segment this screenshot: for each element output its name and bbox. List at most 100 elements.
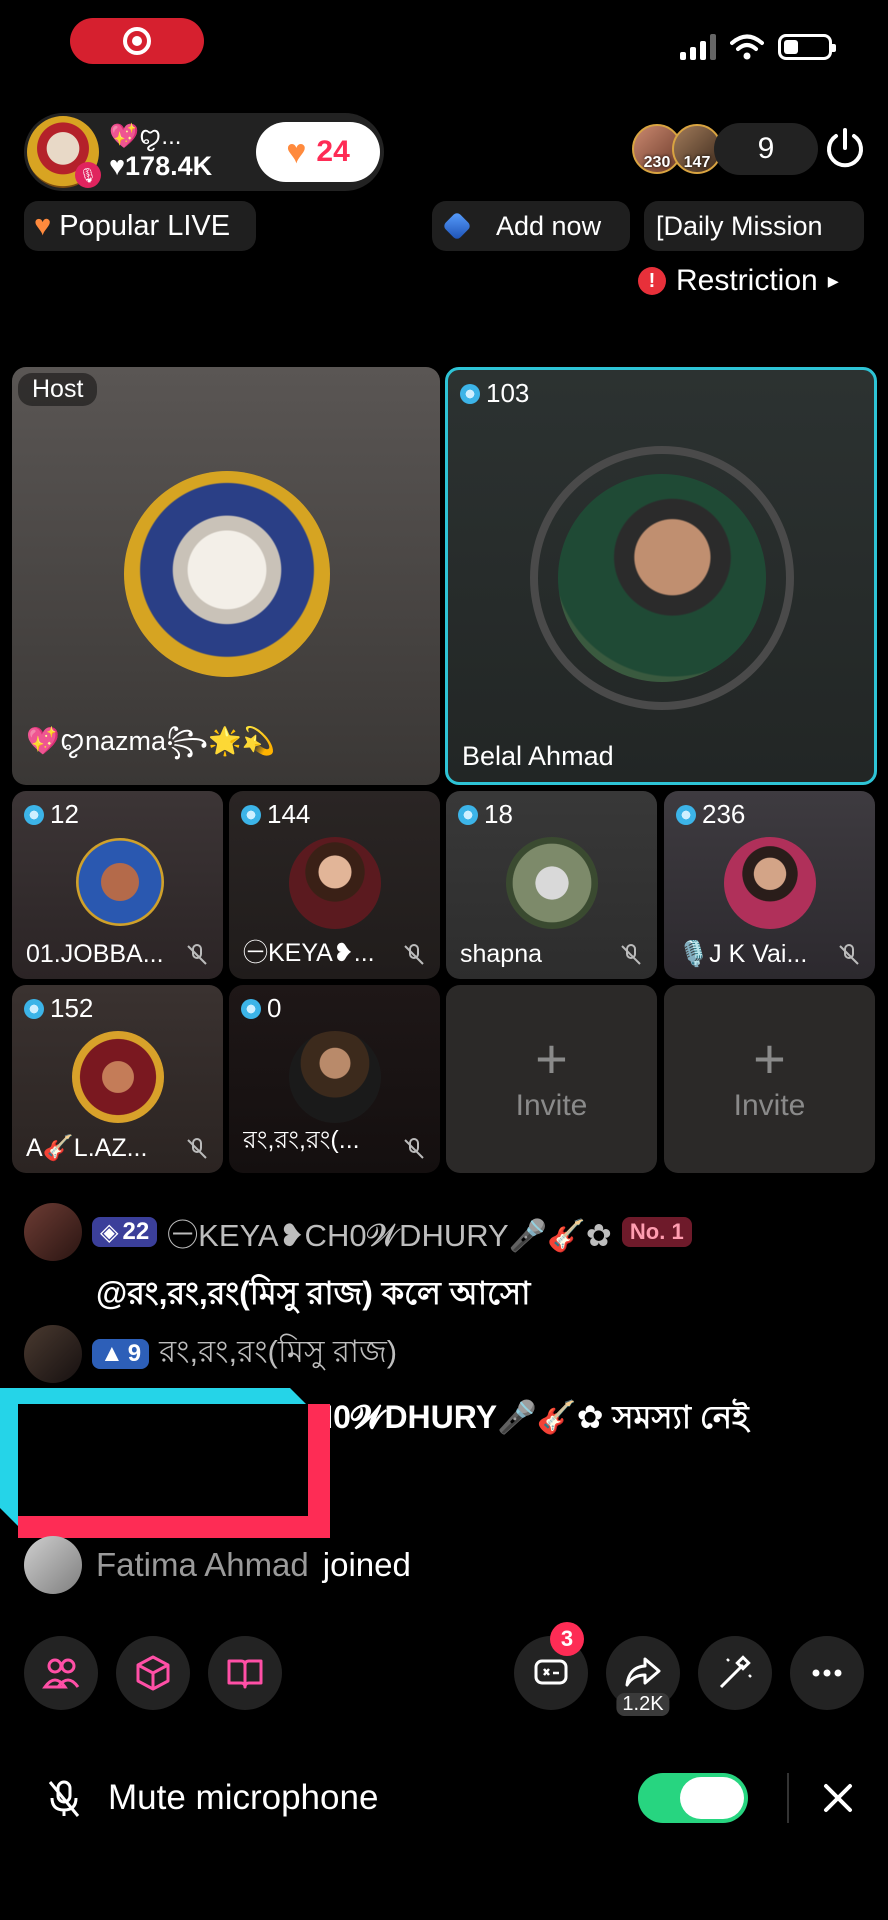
score-value: 144 xyxy=(267,799,311,829)
mic-off-icon xyxy=(187,1138,207,1159)
guest-score: 103 xyxy=(460,378,529,409)
chat-avatar[interactable] xyxy=(24,1325,82,1383)
guest-seat-name: A🎸L.AZ... xyxy=(26,1134,148,1162)
invite-seat[interactable]: + Invite xyxy=(446,985,657,1173)
close-icon[interactable] xyxy=(818,1778,858,1818)
power-icon[interactable] xyxy=(822,126,868,172)
guest-seat[interactable]: 103 Belal Ahmad xyxy=(445,367,877,785)
diamond-icon: ◈ xyxy=(100,1218,119,1246)
host-avatar[interactable]: 🎙 xyxy=(27,116,101,188)
warning-icon: ! xyxy=(638,267,666,295)
rank-badge: No. 1 xyxy=(621,1217,692,1247)
screen-record-icon xyxy=(123,27,151,55)
join-notification: Fatima Ahmad joined xyxy=(24,1536,411,1594)
share-button[interactable]: 1.2K xyxy=(606,1636,680,1716)
joined-username[interactable]: Fatima Ahmad xyxy=(96,1546,309,1584)
chat-message[interactable]: ▲ 9 রং,রং,রং(মিসু রাজ) xyxy=(24,1325,397,1383)
score-value: 152 xyxy=(50,993,94,1023)
host-seat-name: 💖ꨄ︎nazma꧂🌟💫 xyxy=(26,726,276,756)
effects-button[interactable] xyxy=(698,1636,772,1710)
viewer-count[interactable]: 9 xyxy=(714,123,818,175)
mic-off-icon xyxy=(839,944,859,965)
score-icon xyxy=(460,383,480,404)
mic-off-icon xyxy=(404,1138,424,1159)
mic-off-icon xyxy=(48,1780,80,1817)
host-info-bar[interactable]: 🎙 💖ꨄ︎... ♥178.4K ♥ 24 xyxy=(24,113,384,191)
guest-seat[interactable]: 18 shapna xyxy=(446,791,657,979)
score-value: 103 xyxy=(486,378,530,408)
score-icon xyxy=(241,998,261,1019)
gem-icon xyxy=(442,211,472,241)
chat-avatar[interactable] xyxy=(24,1203,82,1261)
daily-mission-chip[interactable]: [Daily Mission xyxy=(644,201,864,251)
heart-icon: ♥ xyxy=(34,209,52,242)
invite-label: Invite xyxy=(733,1089,806,1122)
plus-icon: + xyxy=(535,1027,568,1090)
unread-badge: 3 xyxy=(550,1622,584,1656)
level-value: 22 xyxy=(122,1218,150,1245)
messages-button[interactable]: 3 xyxy=(514,1622,588,1710)
plus-icon: + xyxy=(753,1027,786,1090)
gift-box-button[interactable] xyxy=(116,1636,190,1710)
popular-live-chip[interactable]: ♥ Popular LIVE xyxy=(24,201,256,251)
status-bar xyxy=(680,34,836,60)
share-count: 1.2K xyxy=(616,1693,670,1716)
more-icon xyxy=(812,1669,842,1677)
tiktok-watermark-shape xyxy=(0,1388,330,1538)
guest-seat[interactable]: 236 🎙️J K Vai... xyxy=(664,791,875,979)
joined-text: joined xyxy=(322,1546,411,1583)
chat-text: @রং,রং,রং(মিসু রাজ) কলে আসো xyxy=(96,1275,531,1311)
guest-seat-name: shapna xyxy=(460,940,543,968)
guest-seat-name: রং,রং,রং(... xyxy=(243,1126,360,1154)
host-seat-avatar xyxy=(124,471,330,677)
chat-username[interactable]: ㊀KEYA❥CH0𝓦DHURY🎤🎸✿ xyxy=(167,1210,612,1255)
chat-username[interactable]: রং,রং,রং(মিসু রাজ) xyxy=(159,1328,397,1380)
mic-off-icon xyxy=(621,944,641,965)
guest-seat[interactable]: 0 রং,রং,রং(... xyxy=(229,985,440,1173)
guest-score: 236 xyxy=(676,799,745,830)
score-icon xyxy=(24,804,44,825)
level-badge: ▲ 9 xyxy=(92,1339,150,1369)
guest-seat-avatar xyxy=(76,838,164,926)
mic-off-icon xyxy=(404,944,424,965)
wifi-icon xyxy=(730,34,764,60)
add-now-button[interactable]: Add now xyxy=(432,201,630,251)
guest-seat[interactable]: 152 A🎸L.AZ... xyxy=(12,985,223,1173)
restriction-label: Restriction xyxy=(676,264,818,297)
viewer-list[interactable]: 230 147 9 xyxy=(632,123,818,175)
score-value: 0 xyxy=(267,993,282,1023)
like-button[interactable]: ♥ 24 xyxy=(256,122,380,182)
book-button[interactable] xyxy=(208,1636,282,1710)
invite-label: Invite xyxy=(515,1089,588,1122)
screen-record-indicator[interactable] xyxy=(70,18,204,64)
chevron-right-icon: ▸ xyxy=(827,268,839,293)
more-button[interactable] xyxy=(790,1636,864,1710)
chat-message[interactable]: ◈ 22 ㊀KEYA❥CH0𝓦DHURY🎤🎸✿ No. 1 xyxy=(24,1203,692,1261)
restriction-link[interactable]: ! Restriction ▸ xyxy=(638,264,839,298)
guest-score: 18 xyxy=(458,799,513,830)
guest-score: 0 xyxy=(241,993,281,1024)
viewer-score: 147 xyxy=(683,154,711,171)
signal-icon xyxy=(680,34,716,60)
mute-microphone-toggle[interactable] xyxy=(638,1773,748,1823)
chat-icon xyxy=(534,1659,568,1685)
guests-button[interactable] xyxy=(24,1636,98,1710)
score-value: 12 xyxy=(50,799,79,829)
guest-seat-avatar xyxy=(724,837,816,929)
guest-seat[interactable]: 12 01.JOBBA... xyxy=(12,791,223,979)
host-likes-count: ♥178.4K xyxy=(109,151,213,181)
score-value: 236 xyxy=(702,799,746,829)
score-icon xyxy=(24,998,44,1019)
battery-icon xyxy=(778,34,836,60)
guest-seat-avatar xyxy=(558,474,766,682)
invite-seat[interactable]: + Invite xyxy=(664,985,875,1173)
host-seat[interactable]: Host 💖ꨄ︎nazma꧂🌟💫 xyxy=(12,367,440,785)
mic-off-icon xyxy=(187,944,207,965)
score-icon xyxy=(458,804,478,825)
guest-score: 152 xyxy=(24,993,93,1024)
score-value: 18 xyxy=(484,799,513,829)
cube-icon xyxy=(136,1655,170,1691)
chat-avatar[interactable] xyxy=(24,1536,82,1594)
guest-seat[interactable]: 144 ㊀KEYA❥... xyxy=(229,791,440,979)
level-value: 9 xyxy=(127,1340,142,1367)
